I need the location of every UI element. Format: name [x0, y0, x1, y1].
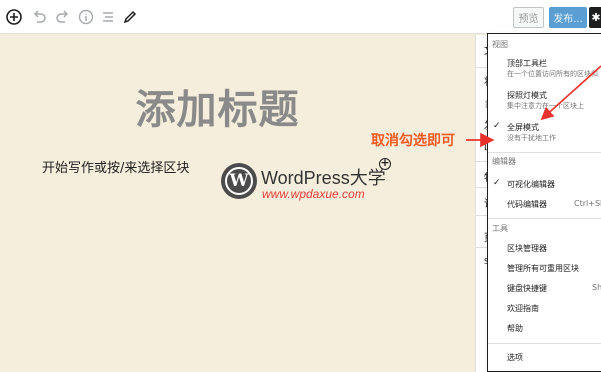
- menu-item-fullscreen-mode[interactable]: ✓ 全屏模式 没有干扰地工作: [488, 121, 601, 144]
- redo-icon[interactable]: [54, 8, 72, 26]
- add-block-icon[interactable]: [5, 8, 23, 26]
- shortcut-text: Shi: [592, 283, 601, 292]
- more-tools-menu: 视图 顶部工具栏 在一个位置访问所有的区块和 探照灯模式 集中注意力在一个区块上…: [487, 33, 601, 372]
- menu-separator: [488, 343, 601, 344]
- check-icon: ✓: [493, 121, 501, 131]
- paragraph-placeholder[interactable]: 开始写作或按/来选择区块: [42, 157, 189, 176]
- top-toolbar: 预览 发布... ✱: [0, 0, 601, 34]
- menu-item-top-toolbar[interactable]: 顶部工具栏 在一个位置访问所有的区块和: [488, 58, 601, 80]
- menu-separator: [488, 152, 601, 153]
- settings-button[interactable]: ✱: [589, 7, 601, 28]
- menu-item-spotlight-mode[interactable]: 探照灯模式 集中注意力在一个区块上: [488, 90, 601, 112]
- menu-separator: [488, 218, 601, 219]
- menu-item-visual-editor[interactable]: ✓ 可视化编辑器: [488, 178, 601, 191]
- menu-item-manage-reusable-blocks[interactable]: 管理所有可重用区块: [488, 263, 601, 275]
- annotation-text: 取消勾选即可: [371, 133, 455, 149]
- menu-item-welcome-guide[interactable]: 欢迎指南: [488, 303, 601, 315]
- undo-icon[interactable]: [30, 8, 48, 26]
- preview-button[interactable]: 预览: [513, 7, 544, 28]
- menu-group-label-editor: 编辑器: [492, 157, 516, 166]
- publish-button[interactable]: 发布...: [549, 7, 587, 28]
- menu-item-code-editor[interactable]: 代码编辑器 Ctrl+Shi: [488, 199, 601, 211]
- menu-item-block-manager[interactable]: 区块管理器: [488, 243, 601, 255]
- menu-group-label-tools: 工具: [492, 224, 508, 233]
- info-icon[interactable]: [77, 8, 95, 26]
- post-title-placeholder[interactable]: 添加标题: [0, 77, 435, 135]
- gear-icon: ✱: [591, 11, 601, 24]
- shortcut-text: Ctrl+Shi: [574, 199, 601, 208]
- menu-group-label-view: 视图: [492, 40, 508, 49]
- menu-item-help[interactable]: 帮助: [488, 323, 601, 335]
- wordpress-logo-icon: W: [221, 163, 257, 199]
- list-view-icon[interactable]: [99, 8, 117, 26]
- edit-icon[interactable]: [121, 8, 139, 26]
- editor-canvas[interactable]: 添加标题 开始写作或按/来选择区块 + W WordPress大学 www.wp…: [0, 35, 475, 372]
- check-icon: ✓: [493, 178, 501, 188]
- menu-item-options[interactable]: 选项: [488, 352, 601, 364]
- menu-item-keyboard-shortcuts[interactable]: 键盘快捷键 Shi: [488, 283, 601, 295]
- watermark-url: www.wpdaxue.com: [262, 187, 365, 201]
